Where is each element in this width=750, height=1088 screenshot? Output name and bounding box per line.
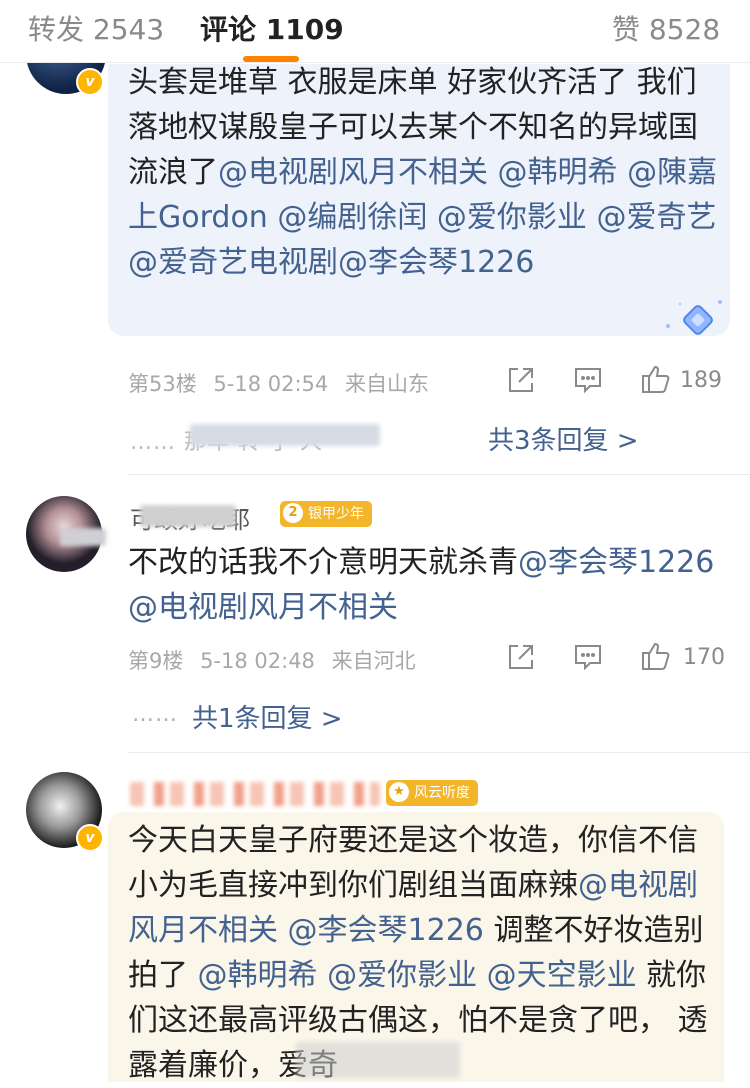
share-icon[interactable] xyxy=(506,365,536,395)
like-count: 170 xyxy=(683,645,725,670)
comment-text-segment xyxy=(477,958,487,993)
divider xyxy=(128,474,750,475)
mention-link[interactable]: @电视剧风月不相关 xyxy=(218,155,488,190)
mention-link[interactable]: @爱你影业 xyxy=(327,958,477,993)
mention-link[interactable]: @电视剧风月不相关 xyxy=(128,590,398,625)
comment-text-segment xyxy=(268,200,278,235)
watermark-overlay xyxy=(296,1042,460,1078)
floor-number: 第53楼 xyxy=(128,372,197,396)
verified-icon: v xyxy=(76,824,104,852)
comment-meta: 第53楼 5-18 02:54 来自山东 xyxy=(128,368,439,398)
mention-link[interactable]: @李会琴1226 xyxy=(338,245,534,280)
comment-date: 5-18 02:54 xyxy=(213,372,329,396)
reply-dots: …… xyxy=(132,702,178,727)
comment-meta: 第9楼 5-18 02:48 来自河北 xyxy=(128,645,426,675)
comment-text-segment xyxy=(318,958,328,993)
floor-number: 第9楼 xyxy=(128,649,184,673)
mention-link[interactable]: @李会琴1226 xyxy=(288,913,484,948)
tab-comments[interactable]: 评论 1109 xyxy=(200,8,344,48)
comment-text-segment: 不改的话我不介意明天就杀青 xyxy=(128,545,518,580)
view-replies-link[interactable]: 共3条回复 > xyxy=(488,420,639,457)
tab-likes[interactable]: 赞 8528 xyxy=(612,8,720,48)
tab-repost[interactable]: 转发 2543 xyxy=(28,8,164,48)
redacted-text xyxy=(190,424,380,446)
verified-icon: v xyxy=(76,68,104,96)
comment-icon[interactable] xyxy=(573,642,603,672)
comment-text-segment xyxy=(618,155,628,190)
thumbs-up-icon[interactable] xyxy=(640,363,670,393)
comment-text: 头套是堆草 衣服是床单 好家伙齐活了 我们落地权谋殷皇子可以去某个不知名的异域国… xyxy=(128,60,718,285)
comment-text: 不改的话我不介意明天就杀青@李会琴1226 @电视剧风月不相关 xyxy=(128,540,728,630)
comment-text-segment xyxy=(488,155,498,190)
mention-link[interactable]: @韩明希 xyxy=(498,155,618,190)
comment-location: 来自山东 xyxy=(344,372,429,396)
redacted-username xyxy=(130,782,380,806)
mention-link[interactable]: @爱奇艺 xyxy=(596,200,716,235)
redacted-text xyxy=(60,528,106,546)
member-badge: 2 银甲少年 xyxy=(280,501,372,527)
comment-location: 来自河北 xyxy=(331,649,416,673)
like-count: 189 xyxy=(680,368,722,393)
badge-label: 银甲少年 xyxy=(308,506,364,522)
mention-link[interactable]: @编剧徐闰 xyxy=(277,200,427,235)
mention-link[interactable]: @天空影业 xyxy=(487,958,637,993)
badge-icon: ★ xyxy=(389,782,409,802)
comment-text-segment xyxy=(427,200,437,235)
share-icon[interactable] xyxy=(506,642,536,672)
mention-link[interactable]: @爱奇艺电视剧 xyxy=(128,245,338,280)
mention-link[interactable]: @李会琴1226 xyxy=(518,545,714,580)
badge-label: 风云听度 xyxy=(414,785,470,801)
mention-link[interactable]: @韩明希 xyxy=(198,958,318,993)
badge-level: 2 xyxy=(283,503,303,523)
view-replies-link[interactable]: 共1条回复 > xyxy=(192,698,343,735)
comment-tabs: 转发 2543 评论 1109 赞 8528 xyxy=(0,0,750,63)
thumbs-up-icon[interactable] xyxy=(640,640,670,670)
comment-icon[interactable] xyxy=(573,365,603,395)
sparkle-diamond-icon xyxy=(660,294,730,340)
comment-date: 5-18 02:48 xyxy=(200,649,315,673)
comment-text-segment xyxy=(278,913,288,948)
active-tab-indicator xyxy=(243,56,299,62)
redacted-text xyxy=(140,505,236,527)
member-badge: ★ 风云听度 xyxy=(386,780,478,806)
mention-link[interactable]: @爱你影业 xyxy=(437,200,587,235)
divider xyxy=(128,752,750,753)
